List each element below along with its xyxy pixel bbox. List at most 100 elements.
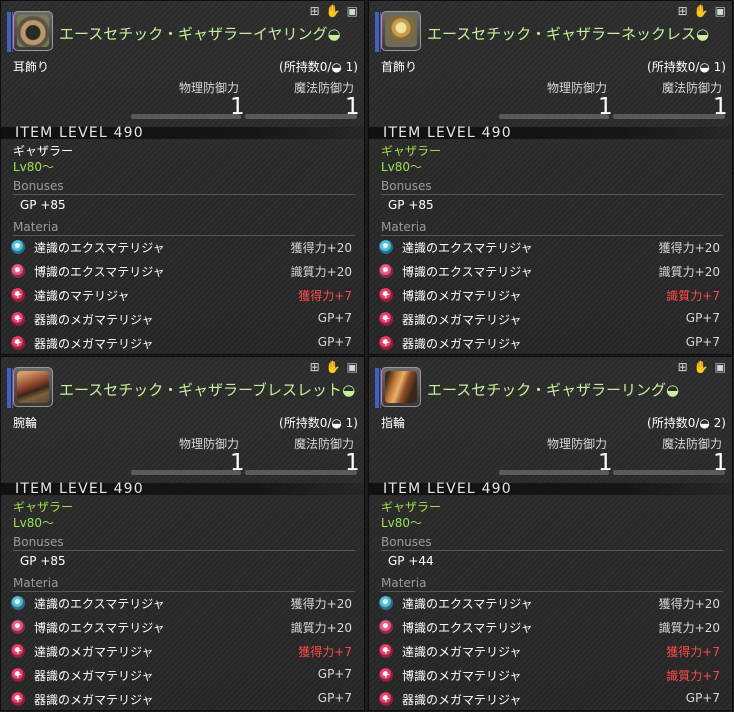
plus-icon[interactable]: ⊞ bbox=[310, 360, 320, 374]
glamour-icon[interactable]: ▣ bbox=[347, 4, 358, 18]
item-icon-frame[interactable] bbox=[13, 11, 53, 51]
divider bbox=[381, 591, 723, 592]
glamour-icon[interactable]: ▣ bbox=[715, 360, 726, 374]
physical-defense-value: 1 bbox=[230, 94, 245, 120]
item-name-text: エースセチック・ギャザラーネックレス bbox=[427, 25, 696, 43]
owned-count: (所持数0/◒ 1) bbox=[647, 60, 726, 74]
materia-slot[interactable]: + 器識のメガマテリジャ GP+7 bbox=[11, 333, 356, 354]
materia-name: 達識のエクスマテリジャ bbox=[402, 597, 533, 611]
materia-icon bbox=[379, 264, 393, 278]
materia-slot[interactable]: + 器識のメガマテリジャ GP+7 bbox=[379, 333, 724, 354]
divider bbox=[13, 194, 355, 195]
item-category: 指輪 bbox=[381, 416, 406, 430]
materia-slot[interactable]: + 博識のメガマテリジャ 識質力+7 bbox=[379, 285, 724, 307]
materia-slot[interactable]: + 器識のメガマテリジャ GP+7 bbox=[379, 689, 724, 710]
item-category: 腕輪 bbox=[13, 416, 38, 430]
physical-defense-bar bbox=[499, 470, 609, 475]
materia-icon bbox=[379, 620, 393, 634]
hq-icon: ◒ bbox=[327, 25, 341, 43]
physical-defense-bar bbox=[131, 470, 241, 475]
materia-value: 識質力+20 bbox=[290, 621, 352, 635]
tooltip-toolbar: ⊞ ✋ ▣ bbox=[678, 4, 726, 18]
materia-value: 識質力+7 bbox=[666, 289, 720, 303]
job-class: ギャザラー bbox=[13, 500, 74, 514]
bonuses-heading: Bonuses bbox=[13, 535, 64, 549]
hand-icon[interactable]: ✋ bbox=[694, 4, 709, 18]
materia-slot[interactable]: 達識のエクスマテリジャ 獲得力+20 bbox=[379, 593, 724, 615]
materia-slot[interactable]: 博識のエクスマテリジャ 識質力+20 bbox=[11, 617, 356, 639]
physical-defense-value: 1 bbox=[598, 450, 613, 476]
materia-slot[interactable]: + 器識のメガマテリジャ GP+7 bbox=[11, 689, 356, 710]
bonus-stat: GP +44 bbox=[388, 554, 434, 568]
physical-defense-value: 1 bbox=[230, 450, 245, 476]
physical-defense-bar bbox=[499, 114, 609, 119]
materia-slot[interactable]: 達識のエクスマテリジャ 獲得力+20 bbox=[379, 237, 724, 259]
magic-defense-bar bbox=[613, 470, 725, 475]
materia-slot[interactable]: + 達識のメガマテリジャ 獲得力+7 bbox=[11, 641, 356, 663]
glamour-icon[interactable]: ▣ bbox=[715, 4, 726, 18]
materia-icon bbox=[379, 596, 393, 610]
hq-icon: ◒ bbox=[342, 381, 356, 399]
bracelet-icon bbox=[17, 371, 49, 403]
level-requirement: Lv80～ bbox=[13, 516, 55, 530]
item-name-text: エースセチック・ギャザラーブレスレット bbox=[59, 381, 343, 399]
glamour-icon[interactable]: ▣ bbox=[347, 360, 358, 374]
plus-icon[interactable]: ⊞ bbox=[310, 4, 320, 18]
tooltip-toolbar: ⊞ ✋ ▣ bbox=[678, 360, 726, 374]
materia-value: 獲得力+20 bbox=[290, 241, 352, 255]
hand-icon[interactable]: ✋ bbox=[326, 4, 341, 18]
materia-slot[interactable]: + 器識のメガマテリジャ GP+7 bbox=[11, 309, 356, 331]
materia-slot[interactable]: + 器識のメガマテリジャ GP+7 bbox=[379, 309, 724, 331]
materia-slot[interactable]: + 達識のマテリジャ 獲得力+7 bbox=[11, 285, 356, 307]
materia-name: 達識のメガマテリジャ bbox=[34, 645, 154, 659]
hand-icon[interactable]: ✋ bbox=[326, 360, 341, 374]
materia-icon: + bbox=[379, 692, 393, 706]
materia-heading: Materia bbox=[13, 576, 59, 590]
materia-name: 達識のエクスマテリジャ bbox=[34, 241, 165, 255]
materia-name: 博識のエクスマテリジャ bbox=[34, 621, 165, 635]
materia-icon bbox=[379, 240, 393, 254]
divider bbox=[13, 235, 355, 236]
materia-name: 器識のメガマテリジャ bbox=[34, 693, 154, 707]
materia-value: 識質力+20 bbox=[658, 621, 720, 635]
owned-count: (所持数0/◒ 2) bbox=[647, 416, 726, 430]
materia-slot[interactable]: 博識のエクスマテリジャ 識質力+20 bbox=[379, 261, 724, 283]
item-icon-frame[interactable] bbox=[381, 11, 421, 51]
materia-slot[interactable]: + 器識のメガマテリジャ GP+7 bbox=[11, 665, 356, 687]
materia-heading: Materia bbox=[381, 576, 427, 590]
plus-icon[interactable]: ⊞ bbox=[678, 4, 688, 18]
materia-heading: Materia bbox=[13, 220, 59, 234]
materia-name: 博識のメガマテリジャ bbox=[402, 289, 522, 303]
physical-defense-bar bbox=[131, 114, 241, 119]
materia-slot[interactable]: 達識のエクスマテリジャ 獲得力+20 bbox=[11, 593, 356, 615]
tooltip-toolbar: ⊞ ✋ ▣ bbox=[310, 4, 358, 18]
divider bbox=[381, 194, 723, 195]
plus-icon[interactable]: ⊞ bbox=[678, 360, 688, 374]
materia-value: 獲得力+7 bbox=[298, 289, 352, 303]
hand-icon[interactable]: ✋ bbox=[694, 360, 709, 374]
materia-value: GP+7 bbox=[317, 691, 352, 705]
materia-slot[interactable]: 博識のエクスマテリジャ 識質力+20 bbox=[379, 617, 724, 639]
magic-defense-value: 1 bbox=[345, 450, 360, 476]
materia-name: 博識のエクスマテリジャ bbox=[34, 265, 165, 279]
materia-name: 器識のメガマテリジャ bbox=[402, 337, 522, 351]
item-icon-frame[interactable] bbox=[381, 367, 421, 407]
item-tooltip-earring: ⊞ ✋ ▣ エースセチック・ギャザラーイヤリング◒ 耳飾り (所持数0/◒ 1)… bbox=[0, 0, 365, 355]
item-icon-frame[interactable] bbox=[13, 367, 53, 407]
materia-name: 達識のエクスマテリジャ bbox=[402, 241, 533, 255]
item-name: エースセチック・ギャザラーイヤリング◒ bbox=[59, 23, 341, 44]
materia-slot[interactable]: 博識のエクスマテリジャ 識質力+20 bbox=[11, 261, 356, 283]
materia-name: 器識のメガマテリジャ bbox=[402, 313, 522, 327]
magic-defense-value: 1 bbox=[713, 94, 728, 120]
bonus-stat: GP +85 bbox=[388, 198, 434, 212]
materia-icon: + bbox=[11, 312, 25, 326]
materia-icon: + bbox=[11, 668, 25, 682]
materia-slot[interactable]: + 博識のメガマテリジャ 識質力+7 bbox=[379, 665, 724, 687]
item-level: ITEM LEVEL 490 bbox=[15, 481, 144, 497]
materia-slot[interactable]: + 達識のメガマテリジャ 獲得力+7 bbox=[379, 641, 724, 663]
item-level: ITEM LEVEL 490 bbox=[383, 125, 512, 141]
item-category: 首飾り bbox=[381, 60, 418, 74]
materia-value: 獲得力+20 bbox=[290, 597, 352, 611]
materia-slot[interactable]: 達識のエクスマテリジャ 獲得力+20 bbox=[11, 237, 356, 259]
level-requirement: Lv80～ bbox=[381, 160, 423, 174]
